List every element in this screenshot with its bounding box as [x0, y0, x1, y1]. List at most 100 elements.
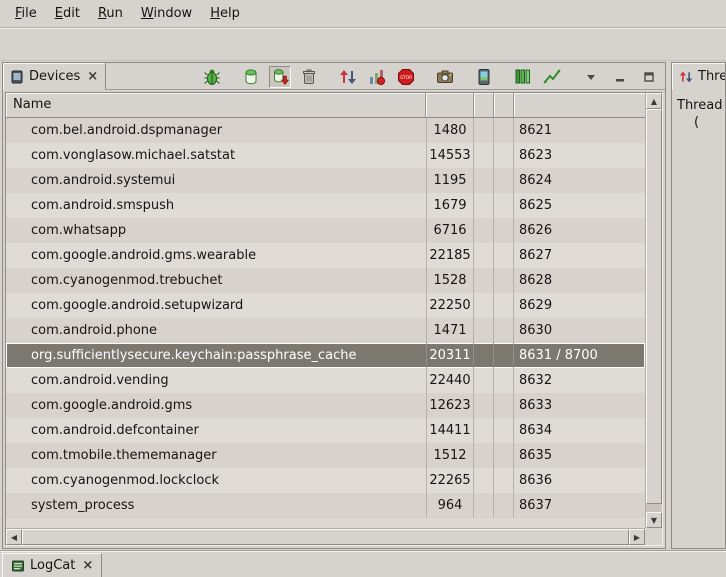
capture-bars-button[interactable] [512, 66, 534, 88]
menu-run[interactable]: Run [89, 0, 132, 27]
heap-cell [474, 193, 494, 218]
port-column-header[interactable] [514, 93, 645, 117]
table-rows: com.bel.android.dspmanager14808621 com.v… [6, 118, 645, 528]
tab-threads[interactable]: Threads [672, 63, 726, 90]
scroll-right-button[interactable]: ▶ [629, 529, 645, 545]
process-name-cell: com.android.phone [6, 318, 426, 343]
scroll-down-button[interactable]: ▼ [646, 512, 662, 528]
close-icon[interactable]: × [87, 70, 98, 83]
table-row[interactable]: com.android.defcontainer144118634 [6, 418, 645, 443]
table-row-selected[interactable]: org.sufficientlysecure.keychain:passphra… [6, 343, 645, 368]
process-name-cell: com.google.android.setupwizard [6, 293, 426, 318]
port-cell: 8625 [514, 193, 645, 218]
update-threads-button[interactable] [337, 66, 359, 88]
menu-help[interactable]: Help [201, 0, 249, 27]
scroll-up-button[interactable]: ▲ [646, 93, 662, 109]
heap-cell [474, 418, 494, 443]
vertical-scrollbar[interactable]: ▲ ▼ [645, 93, 662, 528]
tab-logcat[interactable]: LogCat × [2, 553, 102, 577]
table-row[interactable]: com.tmobile.thememanager15128635 [6, 443, 645, 468]
table-row[interactable]: com.android.vending224408632 [6, 368, 645, 393]
table-row[interactable]: com.google.android.setupwizard22250 8629 [6, 293, 645, 318]
table-row[interactable]: com.bel.android.dspmanager14808621 [6, 118, 645, 143]
svg-text:STOP: STOP [400, 74, 412, 80]
process-name-cell: com.android.vending [6, 368, 426, 393]
process-name-cell: system_process [6, 493, 426, 518]
table-row[interactable]: system_process9648637 [6, 493, 645, 518]
tab-devices-label: Devices [29, 69, 80, 84]
update-heap-button[interactable] [240, 66, 262, 88]
pid-cell: 22250 [426, 293, 474, 318]
device-view-button[interactable] [473, 66, 495, 88]
process-name-cell: org.sufficientlysecure.keychain:passphra… [6, 343, 426, 368]
menu-window[interactable]: Window [132, 0, 201, 27]
menu-edit[interactable]: Edit [46, 0, 89, 27]
tab-devices[interactable]: Devices × [3, 63, 106, 90]
thread-cell [494, 143, 514, 168]
thread-cell [494, 118, 514, 143]
name-column-header[interactable]: Name [6, 93, 426, 117]
maximize-button[interactable] [638, 66, 660, 88]
thread-cell [494, 393, 514, 418]
update-heap-icon [242, 68, 260, 86]
horizontal-scrollbar-thumb[interactable] [22, 529, 629, 545]
cause-gc-button[interactable] [298, 66, 320, 88]
port-cell: 8634 [514, 418, 645, 443]
table-row[interactable]: com.cyanogenmod.trebuchet15288628 [6, 268, 645, 293]
chevron-down-icon [585, 71, 597, 83]
heap-cell [474, 143, 494, 168]
thread-cell [494, 493, 514, 518]
table-row[interactable]: com.google.android.gms.wearable221858627 [6, 243, 645, 268]
scroll-left-button[interactable]: ◀ [6, 529, 22, 545]
stop-process-button[interactable]: STOP [395, 66, 417, 88]
table-row[interactable]: com.cyanogenmod.lockclock222658636 [6, 468, 645, 493]
thread-cell [494, 268, 514, 293]
screen-capture-button[interactable] [434, 66, 456, 88]
update-threads-icon [339, 68, 357, 86]
pid-cell: 22440 [426, 368, 474, 393]
pid-cell: 1195 [426, 168, 474, 193]
threads-tabs-row: Threads [672, 63, 725, 90]
heap-column-header[interactable] [474, 93, 494, 117]
heap-cell [474, 368, 494, 393]
process-name-cell: com.vonglasow.michael.satstat [6, 143, 426, 168]
heap-cell [474, 343, 494, 368]
debug-process-button[interactable] [201, 66, 223, 88]
dump-hprof-button[interactable] [269, 66, 291, 88]
view-menu-button[interactable] [580, 66, 602, 88]
table-row[interactable]: com.android.systemui11958624 [6, 168, 645, 193]
process-name-cell: com.cyanogenmod.lockclock [6, 468, 426, 493]
process-name-cell: com.cyanogenmod.trebuchet [6, 268, 426, 293]
port-cell: 8626 [514, 218, 645, 243]
table-row[interactable]: com.android.smspush16798625 [6, 193, 645, 218]
pid-column-header[interactable] [426, 93, 474, 117]
menu-file[interactable]: File [6, 0, 46, 27]
table-row[interactable]: com.android.phone14718630 [6, 318, 645, 343]
table-header: Name [6, 93, 645, 118]
heap-cell [474, 268, 494, 293]
table-row[interactable]: com.vonglasow.michael.satstat145538623 [6, 143, 645, 168]
vertical-scrollbar-thumb[interactable] [646, 109, 662, 504]
port-cell: 8628 [514, 268, 645, 293]
process-name-cell: com.whatsapp [6, 218, 426, 243]
minimize-button[interactable] [609, 66, 631, 88]
heap-cell [474, 393, 494, 418]
horizontal-scrollbar[interactable]: ◀ ▶ [6, 528, 645, 545]
port-cell: 8629 [514, 293, 645, 318]
table-row[interactable]: com.whatsapp6716 8626 [6, 218, 645, 243]
close-icon[interactable]: × [82, 559, 93, 572]
threads-message: Thread up ( [672, 90, 725, 131]
devices-tabs-row: Devices × [3, 63, 665, 90]
capture-line-button[interactable] [541, 66, 563, 88]
start-method-profiling-button[interactable] [366, 66, 388, 88]
thread-column-header[interactable] [494, 93, 514, 117]
pid-cell: 6716 [426, 218, 474, 243]
threads-panel: Threads Thread up ( [671, 62, 726, 549]
process-name-cell: com.google.android.gms.wearable [6, 243, 426, 268]
port-cell: 8630 [514, 318, 645, 343]
heap-cell [474, 118, 494, 143]
thread-cell [494, 293, 514, 318]
table-row[interactable]: com.google.android.gms126238633 [6, 393, 645, 418]
port-cell: 8637 [514, 493, 645, 518]
process-table-main: Name com.bel.android.dspmanager14808621 … [6, 93, 645, 528]
